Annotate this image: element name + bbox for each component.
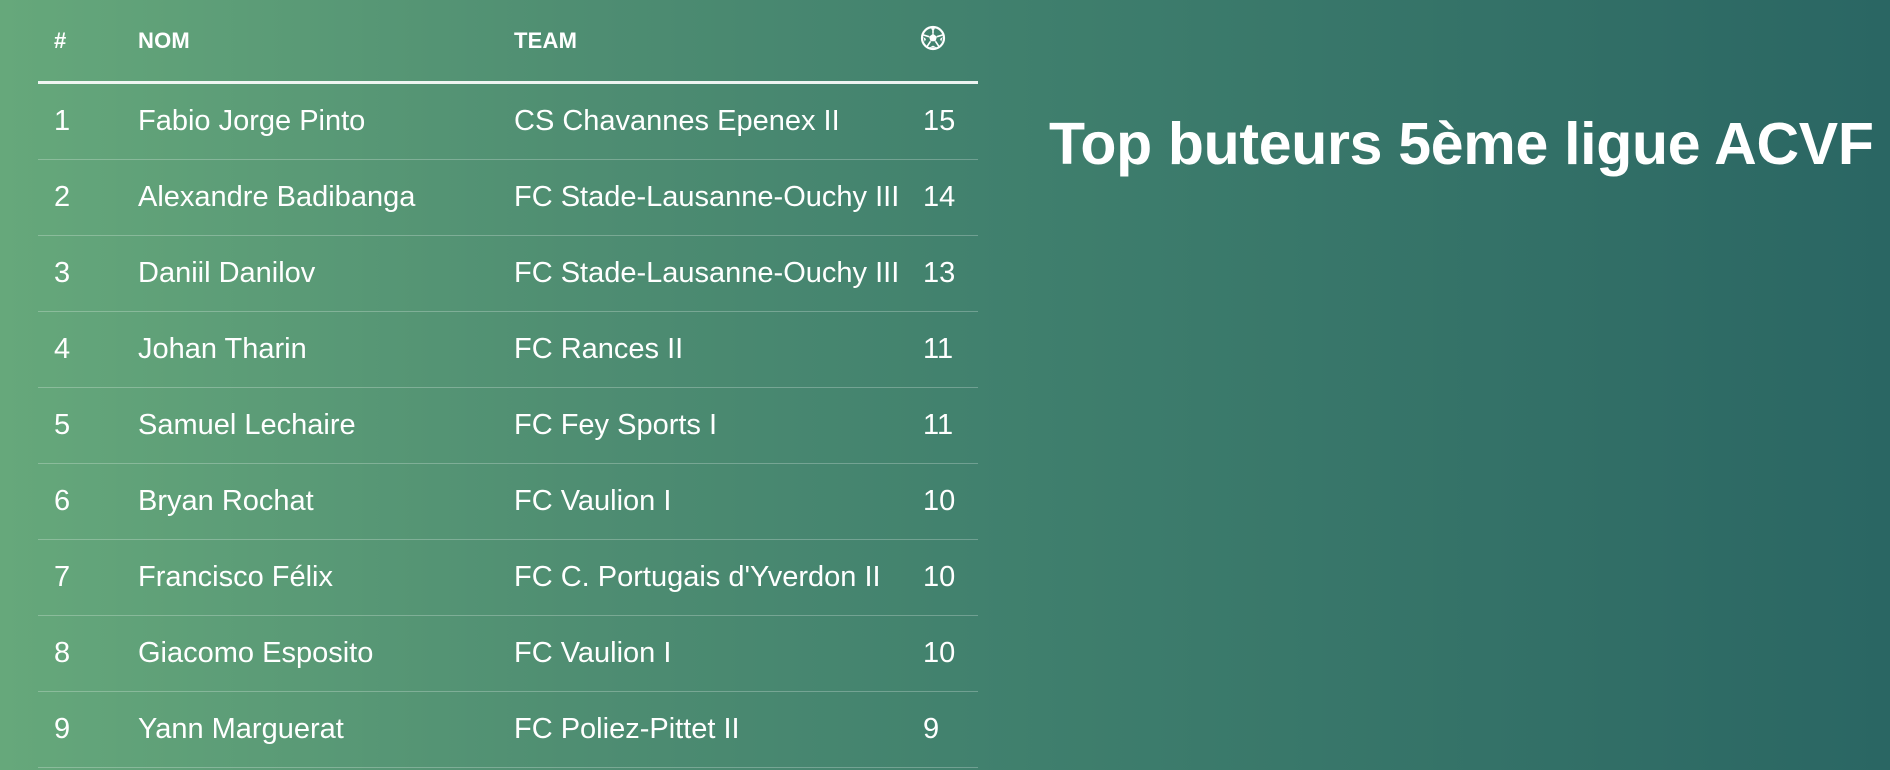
goals-cell: 11	[920, 387, 978, 464]
player-name-cell: Daniil Danilov	[122, 235, 498, 312]
rank-cell: 9	[38, 691, 122, 768]
team-cell: CS Chavannes Epenex II	[498, 82, 920, 160]
rank-cell: 5	[38, 387, 122, 464]
goals-cell: 10	[920, 463, 978, 540]
player-name-cell: Yann Marguerat	[122, 691, 498, 768]
top-scorers-table-container: # NOM TEAM 1 Fabio Jorge Pinto CS Chavan…	[38, 0, 978, 768]
column-header-rank: #	[38, 0, 122, 84]
team-cell: FC Fey Sports I	[498, 387, 920, 464]
team-cell: FC Poliez-Pittet II	[498, 691, 920, 768]
table-row: 2 Alexandre Badibanga FC Stade-Lausanne-…	[38, 159, 978, 236]
top-scorers-table: # NOM TEAM 1 Fabio Jorge Pinto CS Chavan…	[38, 0, 978, 768]
table-row: 4 Johan Tharin FC Rances II 11	[38, 311, 978, 388]
table-row: 6 Bryan Rochat FC Vaulion I 10	[38, 463, 978, 540]
goals-cell: 10	[920, 615, 978, 692]
rank-cell: 7	[38, 539, 122, 616]
player-name-cell: Johan Tharin	[122, 311, 498, 388]
goals-cell: 13	[920, 235, 978, 312]
column-header-goals	[920, 0, 978, 84]
page-title: Top buteurs 5ème ligue ACVF	[1049, 111, 1874, 177]
team-cell: FC Rances II	[498, 311, 920, 388]
table-header-row: # NOM TEAM	[38, 0, 978, 84]
goals-cell: 14	[920, 159, 978, 236]
goals-cell: 9	[920, 691, 978, 768]
rank-cell: 4	[38, 311, 122, 388]
rank-cell: 8	[38, 615, 122, 692]
table-row: 3 Daniil Danilov FC Stade-Lausanne-Ouchy…	[38, 235, 978, 312]
team-cell: FC Vaulion I	[498, 463, 920, 540]
player-name-cell: Giacomo Esposito	[122, 615, 498, 692]
rank-cell: 1	[38, 82, 122, 160]
team-cell: FC Stade-Lausanne-Ouchy III	[498, 159, 920, 236]
rank-cell: 6	[38, 463, 122, 540]
column-header-name: NOM	[122, 0, 498, 84]
goals-cell: 11	[920, 311, 978, 388]
player-name-cell: Fabio Jorge Pinto	[122, 82, 498, 160]
column-header-team: TEAM	[498, 0, 920, 84]
goals-cell: 15	[920, 82, 978, 160]
table-row: 7 Francisco Félix FC C. Portugais d'Yver…	[38, 539, 978, 616]
table-row: 5 Samuel Lechaire FC Fey Sports I 11	[38, 387, 978, 464]
team-cell: FC C. Portugais d'Yverdon II	[498, 539, 920, 616]
team-cell: FC Stade-Lausanne-Ouchy III	[498, 235, 920, 312]
soccer-ball-icon	[920, 25, 946, 57]
player-name-cell: Francisco Félix	[122, 539, 498, 616]
table-row: 1 Fabio Jorge Pinto CS Chavannes Epenex …	[38, 82, 978, 160]
rank-cell: 3	[38, 235, 122, 312]
rank-cell: 2	[38, 159, 122, 236]
player-name-cell: Bryan Rochat	[122, 463, 498, 540]
player-name-cell: Alexandre Badibanga	[122, 159, 498, 236]
table-row: 9 Yann Marguerat FC Poliez-Pittet II 9	[38, 691, 978, 768]
table-row: 8 Giacomo Esposito FC Vaulion I 10	[38, 615, 978, 692]
team-cell: FC Vaulion I	[498, 615, 920, 692]
goals-cell: 10	[920, 539, 978, 616]
player-name-cell: Samuel Lechaire	[122, 387, 498, 464]
